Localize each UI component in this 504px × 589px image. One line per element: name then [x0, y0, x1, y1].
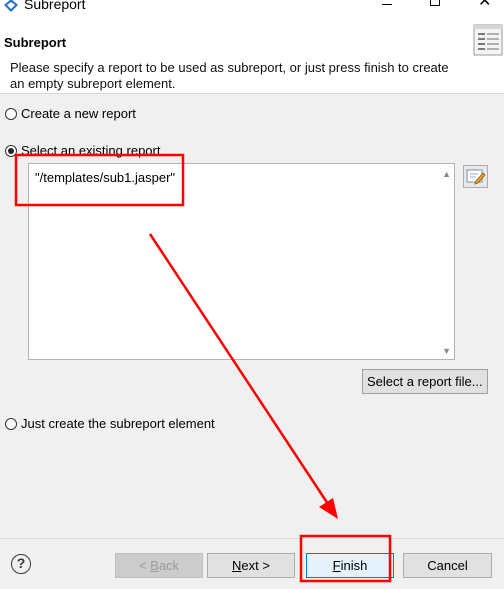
scrollbar[interactable]: ▲ ▼: [439, 164, 454, 359]
create-new-radio[interactable]: [5, 107, 17, 120]
back-prefix: <: [138, 558, 151, 573]
report-expression-value: "/templates/sub1.jasper": [35, 170, 176, 185]
back-button[interactable]: < Back: [115, 553, 203, 578]
window-title: Subreport: [24, 0, 86, 12]
cancel-button[interactable]: Cancel: [403, 553, 492, 578]
select-existing-label: Select an existing report: [21, 143, 161, 158]
close-icon[interactable]: ✕: [478, 0, 491, 10]
create-new-label: Create a new report: [21, 106, 136, 121]
maximize-icon[interactable]: [430, 0, 440, 6]
expression-editor-button[interactable]: [463, 165, 488, 188]
minimize-icon[interactable]: [382, 4, 392, 5]
finish-rest: inish: [340, 558, 368, 573]
page-description: Please specify a report to be used as su…: [10, 60, 449, 91]
report-expression-field[interactable]: "/templates/sub1.jasper" ▲ ▼: [28, 163, 455, 360]
scroll-up-icon[interactable]: ▲: [442, 169, 451, 179]
title-bar: Subreport ✕: [0, 0, 504, 20]
back-mnemonic: B: [150, 558, 159, 573]
finish-button[interactable]: Finish: [306, 553, 394, 578]
scroll-down-icon[interactable]: ▼: [442, 346, 451, 356]
just-create-label: Just create the subreport element: [21, 416, 215, 431]
footer-separator: [0, 538, 504, 539]
select-existing-radio[interactable]: [5, 144, 17, 157]
next-button[interactable]: Next >: [207, 553, 295, 578]
help-icon[interactable]: ?: [11, 554, 31, 574]
wizard-header: Subreport Please specify a report to be …: [0, 20, 504, 94]
edit-expression-icon: [466, 169, 486, 185]
report-list-icon: [473, 24, 503, 56]
next-mnemonic: N: [232, 558, 242, 573]
select-existing-report-option[interactable]: Select an existing report: [5, 143, 160, 158]
select-report-file-button[interactable]: Select a report file...: [362, 369, 488, 394]
just-create-radio[interactable]: [5, 417, 17, 430]
create-new-report-option[interactable]: Create a new report: [5, 106, 136, 121]
finish-mnemonic: F: [332, 558, 341, 573]
page-title: Subreport: [4, 35, 67, 50]
back-rest: ack: [158, 558, 180, 573]
just-create-subreport-option[interactable]: Just create the subreport element: [5, 416, 215, 431]
app-icon: [4, 0, 18, 12]
annotation-arrow-head: [319, 498, 338, 519]
next-rest: ext >: [241, 558, 270, 573]
